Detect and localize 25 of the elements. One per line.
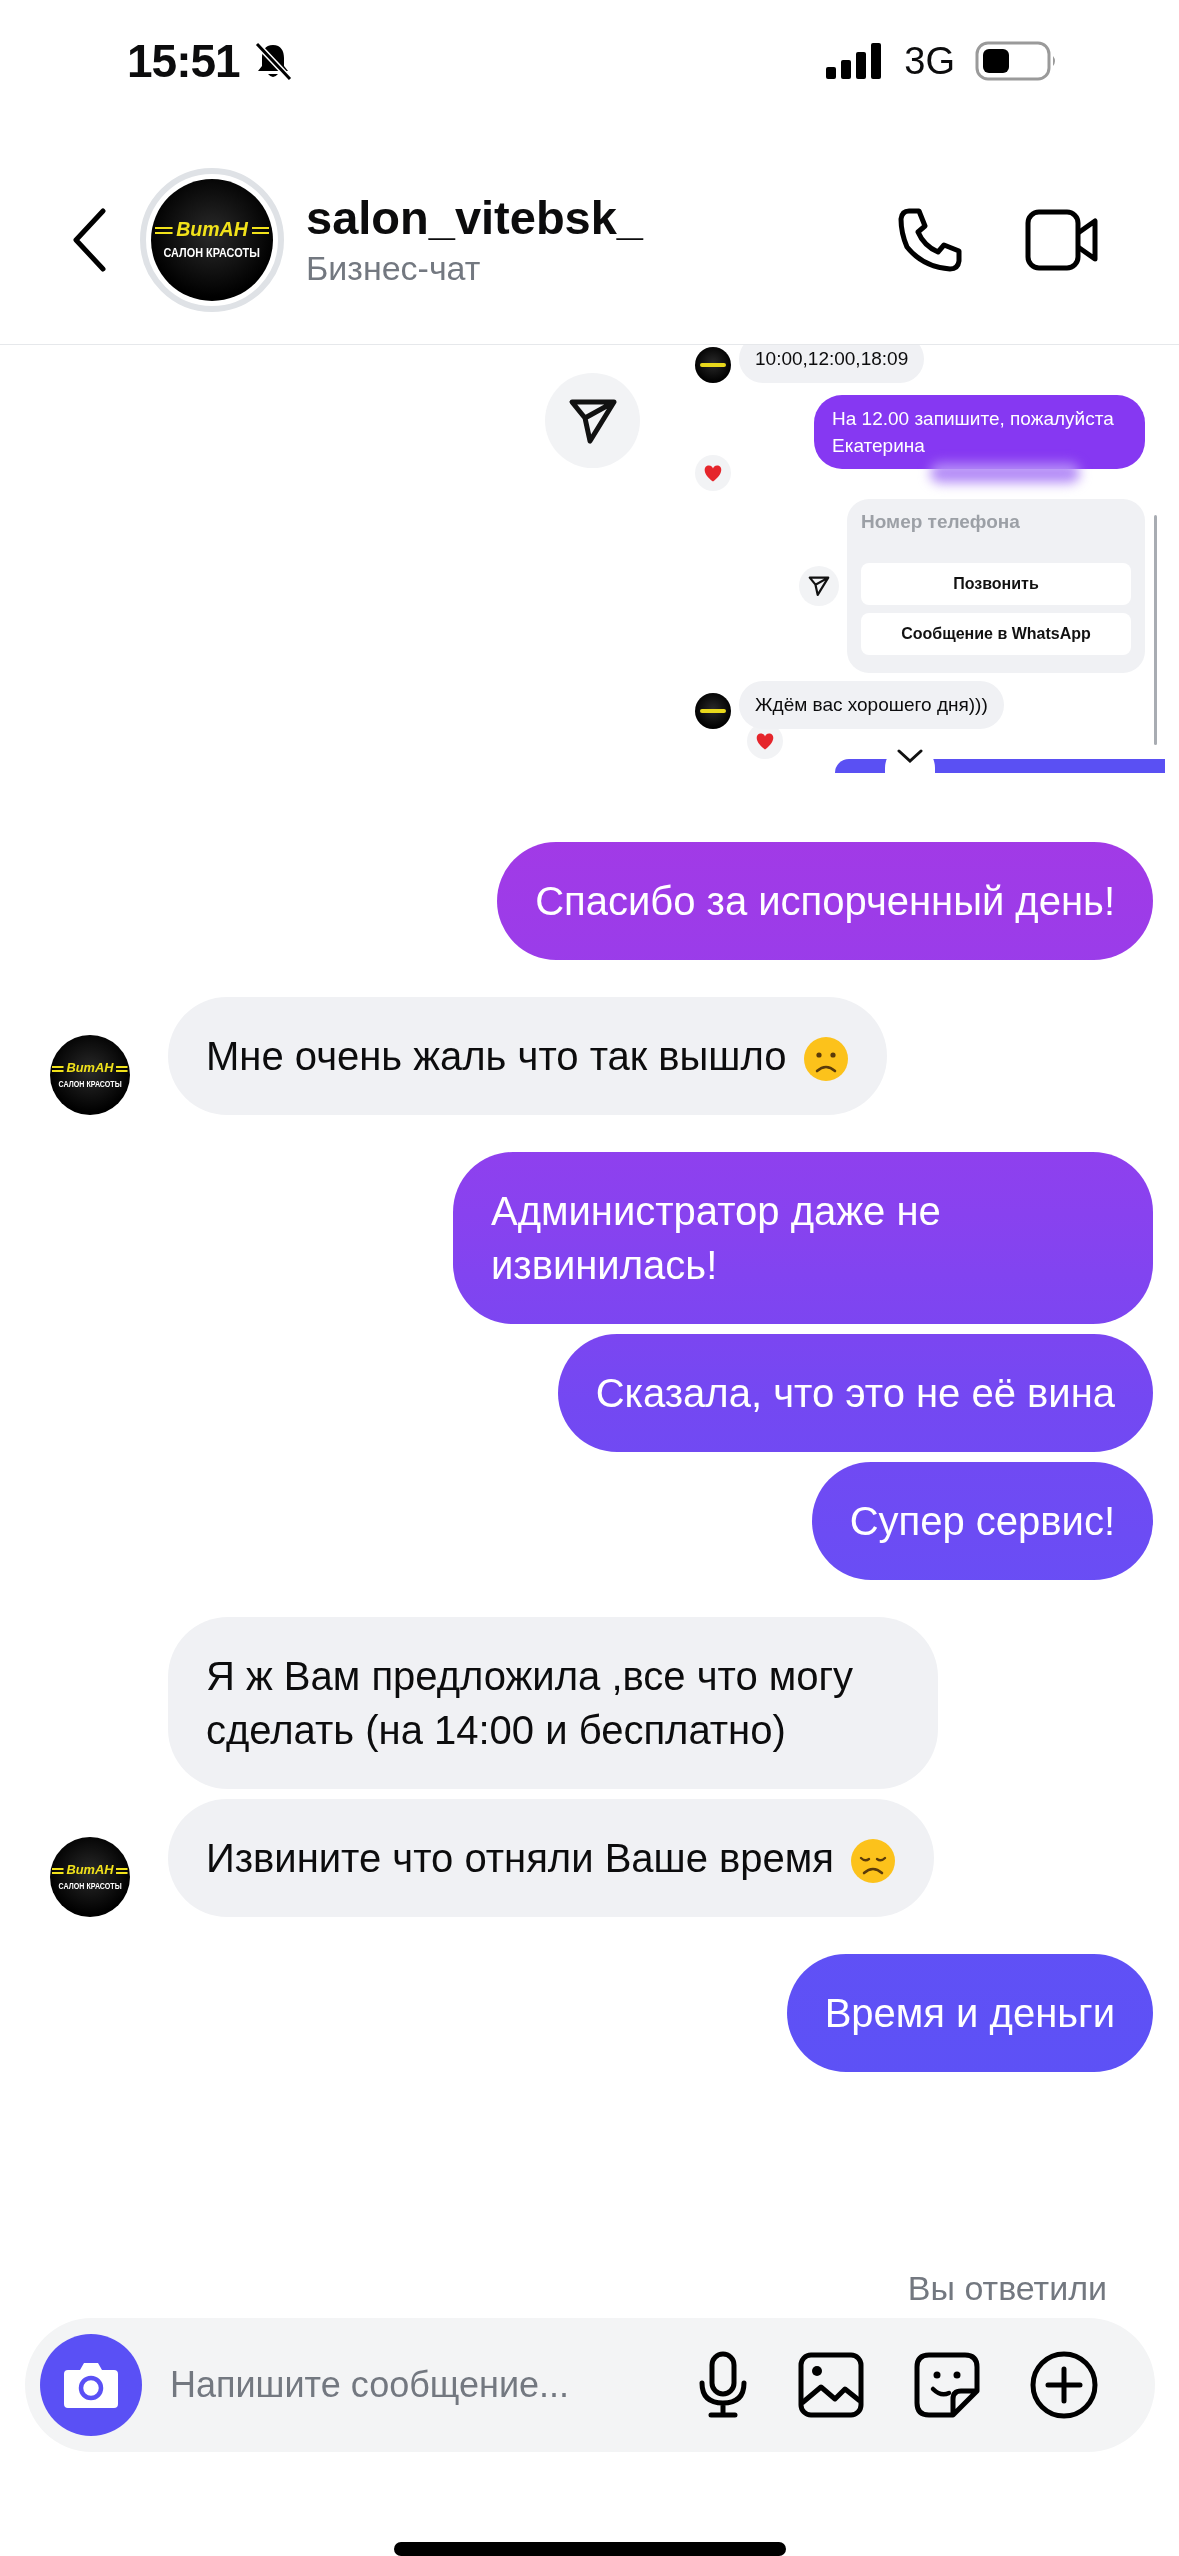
message-text: Ждём вас хорошего дня))) — [755, 694, 988, 715]
reply-status: Вы ответили — [907, 2268, 1107, 2309]
message-text: Спасибо за испорченный день! — [535, 879, 1115, 923]
username: salon_vitebsk_ — [306, 190, 645, 246]
card-button[interactable]: Сообщение в WhatsApp — [861, 613, 1131, 655]
chat-subtitle: Бизнес-чат — [306, 248, 482, 289]
network-label: 3G — [904, 39, 955, 83]
message-text: Извините что отняли Ваше время — [206, 1836, 834, 1880]
message-text: Мне очень жаль что так вышло — [206, 1034, 787, 1078]
message-text: Сказала, что это не её вина — [595, 1371, 1115, 1415]
message-text: Супер сервис! — [849, 1499, 1115, 1543]
logo-brand: ВитАН — [52, 1062, 128, 1075]
message-text: Время и деньги — [824, 1991, 1115, 2035]
logo-caption: САЛОН КРАСОТЫ — [58, 1079, 122, 1088]
status-time: 15:51 — [127, 34, 240, 88]
logo-caption: САЛОН КРАСОТЫ — [163, 247, 261, 260]
message-text: Я ж Вам предложила ,все что могу сделать (на 14:00 и бесплатно) — [206, 1654, 854, 1752]
card-title: Номер телефона — [861, 511, 1021, 534]
message-input[interactable]: Напишите сообщение... — [168, 2363, 697, 2407]
message-text: Администратор даже не извинилась! — [491, 1189, 941, 1287]
message-text: 10:00,12:00,18:09 — [755, 348, 909, 369]
logo-brand: ВитАН — [52, 1864, 128, 1877]
card-button[interactable]: Позвонить — [861, 563, 1131, 605]
logo-caption: САЛОН КРАСОТЫ — [58, 1881, 122, 1890]
message-text: На 12.00 запишите, пожалуйста Екатерина — [832, 408, 1114, 456]
